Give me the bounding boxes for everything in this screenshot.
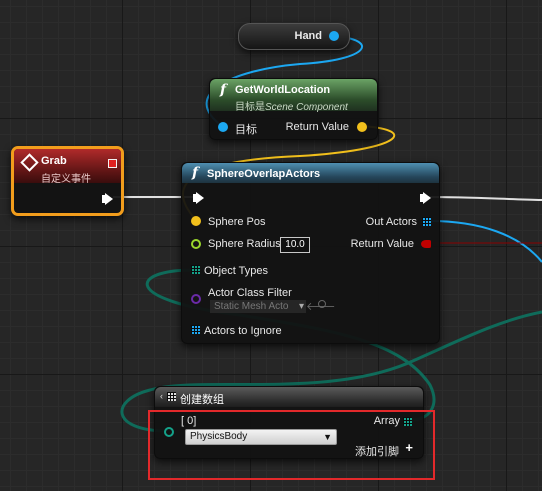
object-types-label: Object Types	[204, 265, 268, 277]
actor-class-filter-label: Actor Class Filter	[208, 287, 292, 299]
sphere-pos-pin[interactable]	[191, 216, 201, 226]
hand-variable-node[interactable]: Hand	[238, 23, 350, 50]
browse-search-icon[interactable]	[318, 300, 326, 308]
make-array-node[interactable]: ‹ 创建数组 [ 0] PhysicsBody ▼ Array 添加引脚 +	[154, 386, 424, 459]
grab-event-subtitle: 自定义事件	[41, 174, 91, 185]
actor-class-filter-pin[interactable]	[191, 294, 201, 304]
actors-to-ignore-label: Actors to Ignore	[204, 325, 282, 337]
return-value-label: Return Value	[285, 121, 349, 133]
array-output-pin[interactable]	[403, 417, 412, 426]
sphere-pos-label: Sphere Pos	[208, 216, 266, 228]
out-actors-pin[interactable]	[422, 217, 431, 226]
array-index-label: [ 0]	[181, 415, 197, 427]
out-actors-label: Out Actors	[365, 216, 417, 228]
hand-output-pin[interactable]	[329, 31, 339, 41]
chevron-down-icon: ▾	[298, 301, 304, 312]
sphere-radius-input[interactable]: 10.0	[280, 237, 310, 253]
get-world-location-node[interactable]: f GetWorldLocation 目标是Scene Component 目标…	[209, 78, 378, 140]
add-pin-label[interactable]: 添加引脚	[355, 443, 399, 459]
function-icon: f	[192, 165, 199, 181]
array-element-pin[interactable]	[164, 427, 174, 437]
actors-to-ignore-icon[interactable]	[191, 325, 200, 334]
delegate-output-pin[interactable]	[108, 159, 117, 168]
exec-wire-out	[427, 196, 542, 201]
sphere-overlap-title: SphereOverlapActors	[207, 168, 321, 180]
exec-output-pin[interactable]	[420, 192, 431, 204]
actor-class-filter-dropdown[interactable]: Static Mesh Acto ▾	[210, 300, 306, 313]
physics-body-dropdown[interactable]: PhysicsBody ▼	[185, 429, 337, 445]
function-icon: f	[220, 82, 227, 98]
exec-input-pin[interactable]	[193, 192, 204, 204]
hand-label: Hand	[294, 30, 323, 42]
make-array-title: 创建数组	[180, 394, 224, 406]
array-icon	[167, 392, 176, 401]
target-input-label: 目标	[235, 124, 257, 136]
collapse-arrow-icon[interactable]: ‹	[160, 391, 163, 401]
sphere-radius-pin[interactable]	[191, 239, 201, 249]
chevron-down-icon: ▼	[323, 432, 332, 442]
array-output-label: Array	[373, 415, 400, 427]
get-world-location-subtitle: 目标是Scene Component	[235, 102, 348, 113]
exec-output-pin[interactable]	[102, 193, 113, 205]
get-world-location-title: GetWorldLocation	[235, 84, 331, 96]
target-input-pin[interactable]	[218, 122, 228, 132]
grab-event-title: Grab	[41, 155, 67, 167]
sphere-radius-label: Sphere Radius	[208, 238, 281, 250]
return-value-pin[interactable]	[421, 240, 431, 248]
add-pin-icon[interactable]: +	[405, 440, 413, 455]
object-types-icon[interactable]	[191, 265, 200, 274]
sphere-overlap-actors-node[interactable]: f SphereOverlapActors Sphere Pos Sphere …	[181, 162, 440, 344]
return-value-label: Return Value	[350, 238, 414, 250]
grab-event-node[interactable]: Grab 自定义事件	[11, 146, 124, 216]
out-actors-wire	[429, 220, 542, 263]
return-value-pin[interactable]	[357, 122, 367, 132]
